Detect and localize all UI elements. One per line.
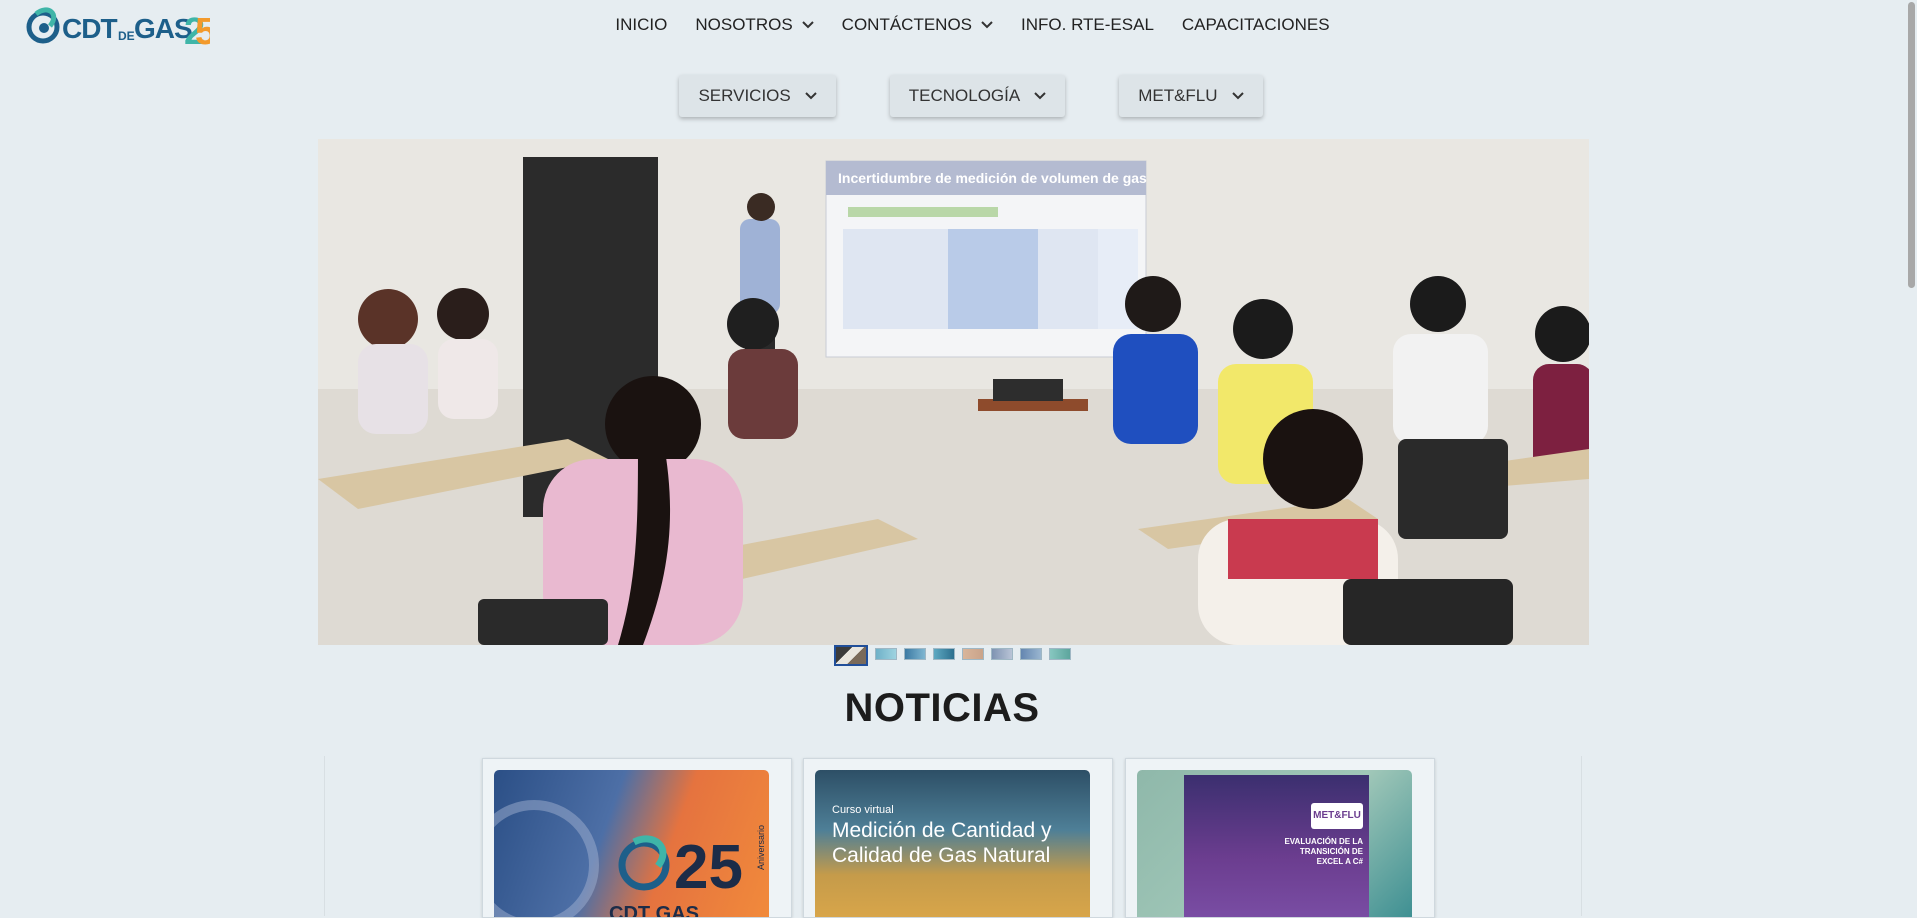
carousel-thumb-1[interactable]	[834, 645, 868, 666]
nav-contactenos-label: CONTÁCTENOS	[841, 15, 973, 34]
chevron-down-icon	[1231, 92, 1244, 100]
carousel-slide-image: Incertidumbre de medición de volumen de …	[318, 139, 1589, 645]
nav-inicio-label: INICIO	[615, 15, 668, 34]
page-scrollbar[interactable]	[1906, 0, 1917, 907]
hero-carousel[interactable]: Incertidumbre de medición de volumen de …	[318, 139, 1589, 645]
news-card[interactable]: 25 Aniversario CDT GAS	[482, 758, 792, 918]
anniversary-logo-icon: 25 Aniversario CDT GAS	[494, 800, 766, 918]
course-type: Curso virtual	[832, 804, 894, 816]
metflu-brand: MET&FLU	[1311, 803, 1363, 829]
metflu-label: MET&FLU	[1138, 86, 1218, 105]
news-card-image: MET&FLU EVALUACIÓN DE LA TRANSICIÓN DE E…	[1137, 770, 1412, 917]
magazine-headline: EVALUACIÓN DE LA TRANSICIÓN DE EXCEL A C…	[1284, 837, 1363, 866]
carousel-thumb-2[interactable]	[875, 648, 897, 660]
tecnologia-dropdown-button[interactable]: TECNOLOGÍA	[889, 75, 1066, 117]
nav-nosotros-label: NOSOTROS	[695, 15, 793, 34]
slide-title: Incertidumbre de medición de volumen de …	[838, 170, 1147, 186]
magazine-cover: MET&FLU EVALUACIÓN DE LA TRANSICIÓN DE E…	[1184, 775, 1369, 917]
nav-info-rte-esal[interactable]: INFO. RTE-ESAL	[1021, 15, 1154, 35]
news-card-image: 25 Aniversario CDT GAS	[494, 770, 769, 918]
top-navigation: INICIO NOSOTROS CONTÁCTENOS INFO. RTE-ES…	[0, 0, 1917, 50]
news-card[interactable]: Curso virtual Medición de Cantidad y Cal…	[803, 758, 1113, 918]
chevron-down-icon	[801, 21, 814, 29]
nav-info-label: INFO. RTE-ESAL	[1021, 15, 1154, 34]
carousel-thumb-5[interactable]	[962, 648, 984, 660]
chevron-down-icon	[805, 92, 817, 100]
nav-contactenos[interactable]: CONTÁCTENOS	[842, 15, 993, 35]
nav-capacitaciones[interactable]: CAPACITACIONES	[1182, 15, 1330, 35]
news-card[interactable]: MET&FLU EVALUACIÓN DE LA TRANSICIÓN DE E…	[1125, 758, 1435, 918]
carousel-thumb-6[interactable]	[991, 648, 1013, 660]
carousel-thumb-3[interactable]	[904, 648, 926, 660]
tecnologia-label: TECNOLOGÍA	[908, 86, 1021, 105]
carousel-thumb-7[interactable]	[1020, 648, 1042, 660]
anniversary-number: 25	[674, 833, 743, 902]
chevron-down-icon	[1034, 92, 1046, 100]
carousel-thumb-8[interactable]	[1049, 648, 1071, 660]
nav-nosotros[interactable]: NOSOTROS	[695, 15, 814, 35]
nav-capacitaciones-label: CAPACITACIONES	[1181, 15, 1330, 34]
carousel-thumbnails	[834, 645, 1071, 666]
course-title: Medición de Cantidad y Calidad de Gas Na…	[832, 819, 1052, 867]
metflu-dropdown-button[interactable]: MET&FLU	[1119, 75, 1263, 117]
anniversary-caption: CDT GAS	[609, 903, 699, 918]
servicios-dropdown-button[interactable]: SERVICIOS	[679, 75, 836, 117]
anniversary-subtitle: Aniversario	[756, 825, 766, 870]
servicios-label: SERVICIOS	[698, 86, 791, 105]
scrollbar-thumb[interactable]	[1908, 2, 1915, 288]
chevron-down-icon	[981, 21, 993, 29]
nav-inicio[interactable]: INICIO	[615, 15, 667, 35]
news-section-title: NOTICIAS	[844, 686, 1040, 730]
secondary-navigation: SERVICIOS TECNOLOGÍA MET&FLU	[0, 75, 1917, 119]
news-card-image: Curso virtual Medición de Cantidad y Cal…	[815, 770, 1090, 917]
carousel-thumb-4[interactable]	[933, 648, 955, 660]
